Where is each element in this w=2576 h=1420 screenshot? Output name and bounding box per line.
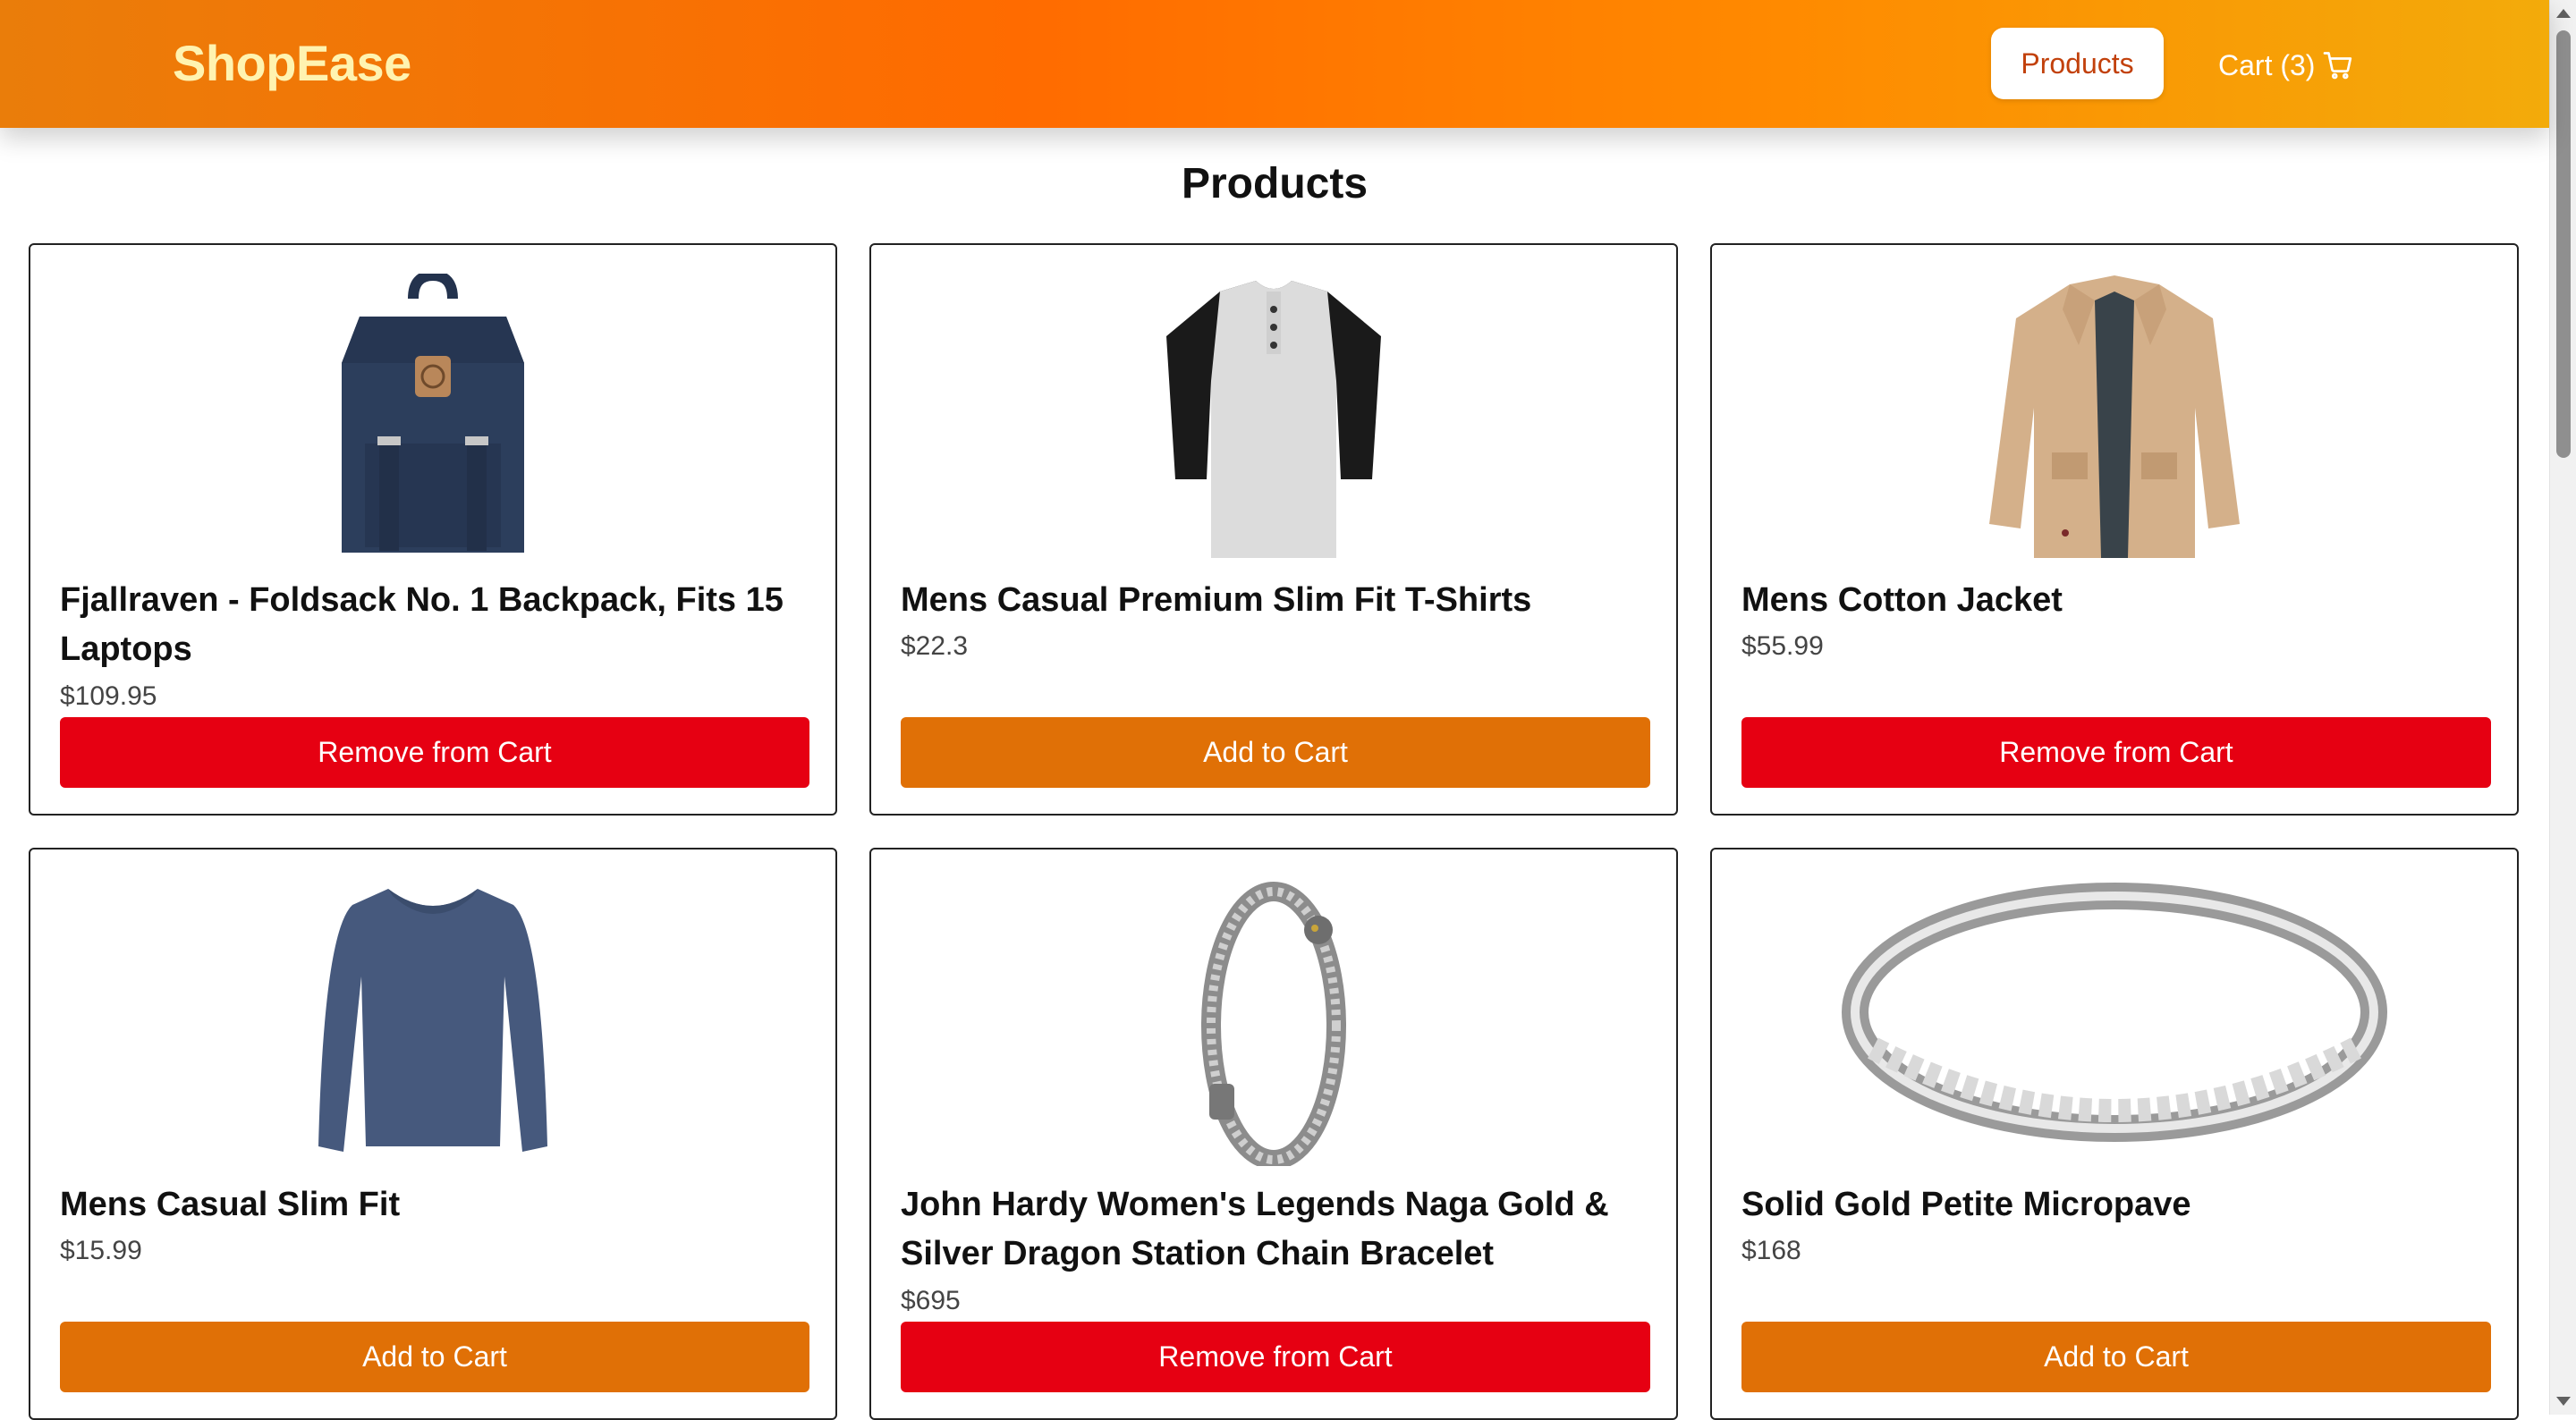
shopping-cart-icon — [2324, 52, 2352, 80]
product-card: John Hardy Women's Legends Naga Gold & S… — [869, 848, 1678, 1420]
product-title[interactable]: Fjallraven - Foldsack No. 1 Backpack, Fi… — [60, 576, 806, 674]
scrollbar-thumb[interactable] — [2556, 30, 2571, 458]
product-price: $168 — [1741, 1236, 1801, 1265]
product-image — [30, 878, 835, 1166]
add-to-cart-button[interactable]: Add to Cart — [1741, 1322, 2491, 1392]
remove-from-cart-button[interactable]: Remove from Cart — [901, 1322, 1650, 1392]
product-card: Mens Casual Premium Slim Fit T-Shirts $2… — [869, 243, 1678, 816]
remove-from-cart-button[interactable]: Remove from Cart — [1741, 717, 2491, 788]
product-title[interactable]: John Hardy Women's Legends Naga Gold & S… — [901, 1180, 1647, 1279]
vertical-scrollbar[interactable] — [2549, 0, 2576, 1415]
nav-cart-label: Cart (3) — [2218, 48, 2316, 81]
product-image — [871, 878, 1676, 1166]
page-title: Products — [1181, 160, 1368, 207]
add-to-cart-button[interactable]: Add to Cart — [901, 717, 1650, 788]
product-image — [30, 274, 835, 562]
product-image — [1712, 878, 2517, 1166]
product-price: $55.99 — [1741, 631, 1824, 661]
scroll-up-arrow-icon[interactable] — [2556, 9, 2571, 18]
long-sleeve-shirt-icon — [318, 889, 547, 1152]
product-title[interactable]: Mens Cotton Jacket — [1741, 576, 2487, 625]
product-price: $15.99 — [60, 1236, 142, 1265]
product-image — [871, 274, 1676, 562]
tshirt-icon — [1166, 281, 1381, 558]
product-card: Mens Cotton Jacket $55.99 Remove from Ca… — [1710, 243, 2519, 816]
add-to-cart-button[interactable]: Add to Cart — [60, 1322, 809, 1392]
remove-from-cart-button[interactable]: Remove from Cart — [60, 717, 809, 788]
bracelet-icon — [1201, 882, 1346, 1166]
jacket-icon — [1989, 275, 2240, 558]
scroll-down-arrow-icon[interactable] — [2556, 1397, 2571, 1406]
shop-logo[interactable]: ShopEase — [173, 34, 411, 92]
product-card: Solid Gold Petite Micropave $168 Add to … — [1710, 848, 2519, 1420]
product-price: $109.95 — [60, 681, 157, 711]
product-card: Mens Casual Slim Fit $15.99 Add to Cart — [29, 848, 837, 1420]
product-title[interactable]: Mens Casual Slim Fit — [60, 1180, 806, 1230]
nav-cart-link[interactable]: Cart (3) — [2218, 46, 2354, 84]
product-image — [1712, 274, 2517, 562]
backpack-icon — [342, 274, 524, 553]
product-price: $695 — [901, 1286, 961, 1315]
product-price: $22.3 — [901, 631, 969, 661]
top-navbar: ShopEase Products Cart (3) — [0, 0, 2549, 128]
ring-icon — [1842, 883, 2387, 1142]
product-card: Fjallraven - Foldsack No. 1 Backpack, Fi… — [29, 243, 837, 816]
nav-products-button[interactable]: Products — [1991, 28, 2164, 99]
product-title[interactable]: Solid Gold Petite Micropave — [1741, 1180, 2487, 1230]
product-title[interactable]: Mens Casual Premium Slim Fit T-Shirts — [901, 576, 1647, 625]
